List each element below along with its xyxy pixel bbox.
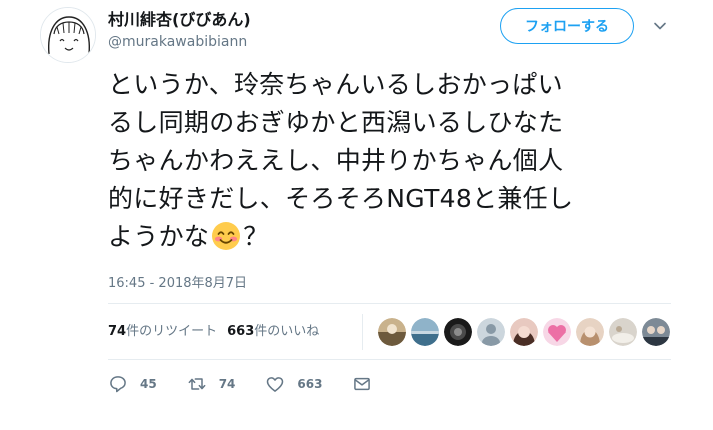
likes-count: 663 bbox=[227, 324, 255, 339]
like-icon bbox=[267, 377, 284, 392]
likes-stat[interactable]: 663件のいいね bbox=[227, 320, 319, 339]
tweet-text-segment: ようかな bbox=[108, 222, 210, 251]
like-count: 663 bbox=[297, 377, 323, 391]
tweet-stats: 74件のリツイート 663件のいいね bbox=[108, 320, 329, 339]
chevron-down-icon[interactable] bbox=[652, 18, 668, 34]
retweet-count: 74 bbox=[218, 377, 236, 391]
follow-button[interactable]: フォローする bbox=[500, 8, 634, 44]
avatar[interactable] bbox=[40, 7, 96, 63]
avatar-illustration bbox=[41, 8, 95, 62]
author-info[interactable]: 村川緋杏(びびあん) @murakawabibiann bbox=[108, 10, 251, 51]
tweet-card: 村川緋杏(びびあん) @murakawabibiann フォローする というか、… bbox=[0, 0, 713, 430]
like-button[interactable]: 663 bbox=[265, 374, 322, 394]
liker-avatar[interactable] bbox=[609, 318, 637, 346]
display-name[interactable]: 村川緋杏(びびあん) bbox=[108, 10, 251, 30]
reply-button[interactable]: 45 bbox=[108, 374, 157, 394]
tweet-text-line: ちゃんかわええし、中井りかちゃん個人 bbox=[108, 146, 564, 175]
tweet-text-line: というか、玲奈ちゃんいるしおかっぱい bbox=[108, 70, 563, 99]
liker-avatar[interactable] bbox=[543, 318, 571, 346]
stats-separator bbox=[362, 314, 363, 350]
retweet-icon bbox=[188, 378, 206, 390]
tweet-text-line: るし同期のおぎゆかと西潟いるしひなた bbox=[108, 108, 564, 137]
retweets-stat[interactable]: 74件のリツイート bbox=[108, 320, 217, 339]
direct-message-button[interactable] bbox=[352, 374, 372, 394]
reply-count: 45 bbox=[140, 377, 157, 391]
tweet-text-line-last: ようかな ？ bbox=[108, 218, 708, 256]
likes-label: 件のいいね bbox=[254, 324, 320, 339]
liker-avatar[interactable] bbox=[510, 318, 538, 346]
retweet-button[interactable]: 74 bbox=[187, 374, 236, 394]
liker-avatar[interactable] bbox=[642, 318, 670, 346]
smiling-face-emoji-icon bbox=[212, 222, 241, 250]
liker-avatar[interactable] bbox=[411, 318, 439, 346]
screen-name[interactable]: @murakawabibiann bbox=[108, 33, 251, 51]
liker-avatar[interactable] bbox=[378, 318, 406, 346]
retweets-count: 74 bbox=[108, 324, 127, 339]
liker-avatar[interactable] bbox=[444, 318, 472, 346]
divider bbox=[108, 303, 671, 304]
divider bbox=[108, 359, 671, 360]
liker-avatar[interactable] bbox=[576, 318, 604, 346]
tweet-text-segment: ？ bbox=[243, 222, 269, 251]
liker-avatars bbox=[378, 318, 675, 346]
tweet-timestamp[interactable]: 16:45 - 2018年8月7日 bbox=[108, 272, 247, 291]
retweets-label: 件のリツイート bbox=[126, 324, 218, 339]
tweet-text-line: 的に好きだし、そろそろNGT48と兼任し bbox=[108, 184, 574, 213]
message-icon bbox=[354, 377, 371, 391]
reply-icon bbox=[110, 376, 126, 393]
tweet-text: というか、玲奈ちゃんいるしおかっぱい るし同期のおぎゆかと西潟いるしひなた ちゃ… bbox=[108, 66, 708, 256]
default-avatar-icon[interactable] bbox=[477, 318, 505, 346]
tweet-actions: 45 74 663 bbox=[108, 374, 402, 394]
